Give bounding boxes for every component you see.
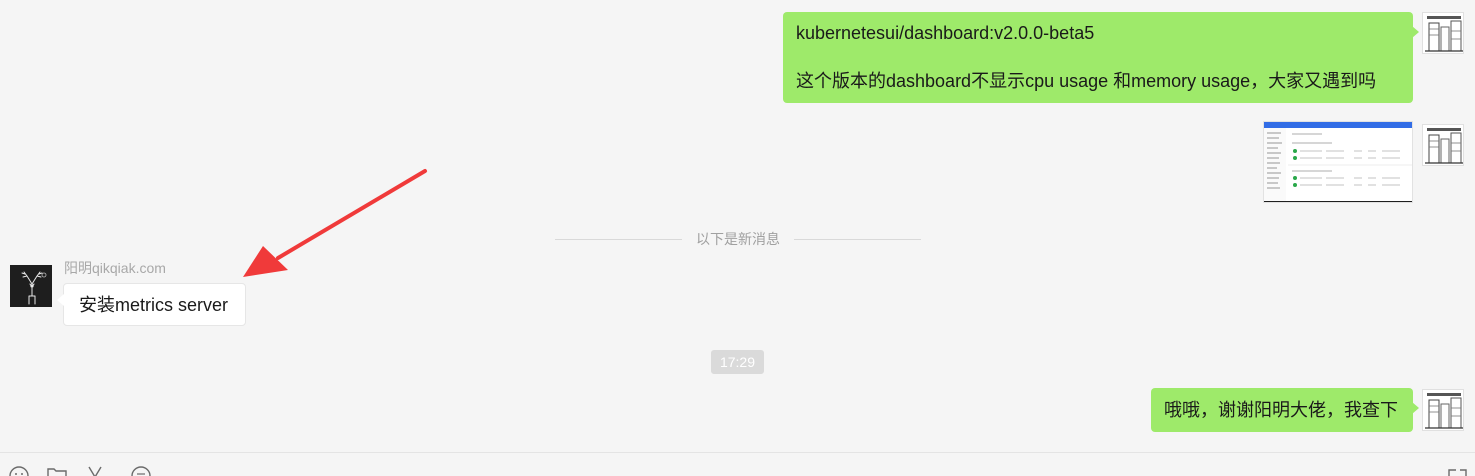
message-text: 哦哦，谢谢阳明大佬，我查下 (1164, 400, 1398, 420)
bubble-tail (57, 294, 64, 306)
folder-icon[interactable] (46, 465, 68, 476)
incoming-message-bubble[interactable]: 安装metrics server (57, 283, 246, 326)
my-avatar[interactable] (1422, 12, 1464, 54)
emoji-icon[interactable] (8, 465, 30, 476)
divider-label: 以下是新消息 (696, 231, 780, 247)
bubble-tail (1412, 26, 1419, 38)
sketch-avatar-icon (1423, 13, 1463, 53)
image-message-thumbnail[interactable] (1263, 121, 1413, 203)
bubble-tail (1412, 402, 1419, 414)
sender-name: 阳明qikqiak.com (64, 260, 166, 276)
message-text-line-1: kubernetesui/dashboard:v2.0.0-beta5 (796, 23, 1095, 43)
divider-line (794, 238, 921, 240)
new-messages-divider: 以下是新消息 (555, 228, 921, 250)
scissors-icon[interactable] (84, 465, 106, 476)
input-toolbar (0, 452, 1475, 476)
deer-avatar-icon (11, 266, 51, 306)
divider-line (555, 238, 682, 240)
sender-avatar[interactable] (10, 265, 52, 307)
chat-bubble-icon[interactable] (130, 465, 152, 476)
message-timestamp: 17:29 (711, 350, 764, 374)
sketch-avatar-icon (1423, 125, 1463, 165)
dashboard-screenshot-image (1264, 122, 1412, 202)
message-text-line-2: 这个版本的dashboard不显示cpu usage 和memory usage… (796, 71, 1377, 91)
message-text: 安装metrics server (79, 295, 229, 315)
my-avatar[interactable] (1422, 389, 1464, 431)
chat-window: kubernetesui/dashboard:v2.0.0-beta5 这个版本… (0, 0, 1475, 476)
sketch-avatar-icon (1423, 390, 1463, 430)
my-avatar[interactable] (1422, 124, 1464, 166)
expand-icon[interactable] (1446, 465, 1468, 476)
my-message-bubble[interactable]: kubernetesui/dashboard:v2.0.0-beta5 这个版本… (783, 12, 1419, 103)
my-message-bubble[interactable]: 哦哦，谢谢阳明大佬，我查下 (1151, 388, 1419, 432)
